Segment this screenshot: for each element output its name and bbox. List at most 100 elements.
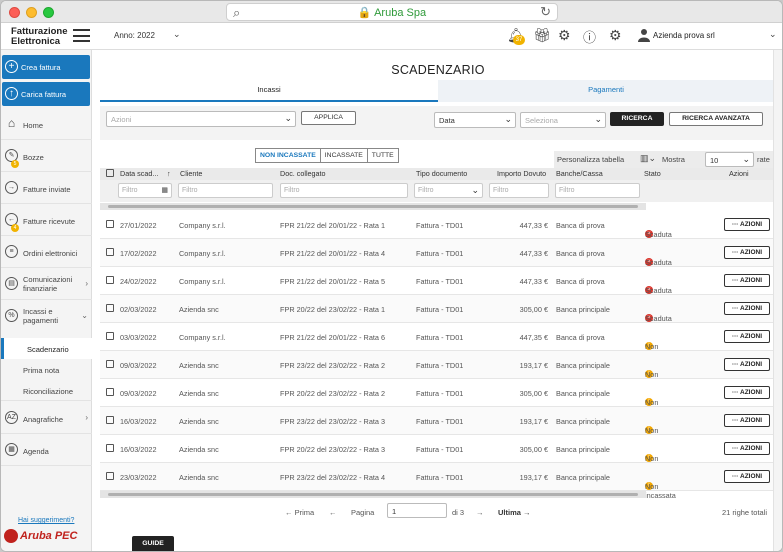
cell-doc[interactable]: FPR 21/22 del 20/01/22 - Rata 6: [280, 333, 385, 342]
sidebar-item-incassi[interactable]: % Incassi e pagamenti ⌄: [1, 300, 92, 332]
filter-type-select[interactable]: Filtro ⌄: [414, 183, 483, 198]
period-select[interactable]: Seleziona ⌄: [520, 112, 606, 128]
sidebar-subitem-prima-nota[interactable]: Prima nota: [1, 359, 92, 380]
table-row[interactable]: 16/03/2022 Azienda snc FPR 23/22 del 23/02…: [100, 407, 774, 444]
sidebar-item-home[interactable]: ⌂ Home: [1, 108, 92, 140]
reload-icon[interactable]: ↻: [540, 4, 551, 20]
apply-button[interactable]: APPLICA: [301, 111, 356, 125]
date-select[interactable]: Data ⌄: [434, 112, 516, 128]
filter-date-input[interactable]: Filtro ▦: [118, 183, 172, 198]
filter-bank-input[interactable]: Filtro: [555, 183, 640, 198]
col-doc-collegato[interactable]: Doc. collegato: [280, 169, 326, 178]
filter-incassate[interactable]: INCASSATE: [321, 149, 368, 162]
filter-amount-input[interactable]: Filtro: [489, 183, 549, 198]
table-row[interactable]: 03/03/2022 Company s.r.l. FPR 21/22 del 20…: [100, 323, 774, 360]
menu-toggle-icon[interactable]: [73, 29, 90, 42]
cell-doc[interactable]: FPR 20/22 del 23/02/22 - Rata 1: [280, 305, 385, 314]
search-button[interactable]: RICERCA: [610, 112, 664, 126]
maximize-window-button[interactable]: [43, 7, 54, 18]
table-row[interactable]: 09/03/2022 Azienda snc FPR 23/22 del 23/02…: [100, 351, 774, 388]
row-actions-button[interactable]: ··· AZIONI: [724, 218, 770, 231]
sidebar-item-comunicazioni[interactable]: ▤ Comunicazioni finanziarie ›: [1, 268, 92, 300]
row-checkbox[interactable]: [106, 360, 114, 368]
last-page-button[interactable]: Ultima →: [498, 508, 531, 517]
next-page-button[interactable]: →: [476, 508, 484, 517]
row-checkbox[interactable]: [106, 248, 114, 256]
row-actions-button[interactable]: ··· AZIONI: [724, 246, 770, 259]
year-selector[interactable]: Anno: 2022: [114, 31, 155, 40]
row-actions-button[interactable]: ··· AZIONI: [724, 302, 770, 315]
filter-doc-input[interactable]: Filtro: [280, 183, 408, 198]
sidebar-item-fatture-inviate[interactable]: → Fatture inviate: [1, 172, 92, 204]
columns-icon[interactable]: ▥⌄: [640, 153, 656, 164]
filter-client-input[interactable]: Filtro: [178, 183, 273, 198]
col-cliente[interactable]: Cliente: [180, 169, 202, 178]
select-all-checkbox[interactable]: [106, 169, 114, 177]
table-row[interactable]: 23/03/2022 Azienda snc FPR 23/22 del 23/02…: [100, 463, 774, 500]
table-row[interactable]: 24/02/2022 Company s.r.l. FPR 21/22 del 20…: [100, 267, 774, 295]
table-row[interactable]: 02/03/2022 Azienda snc FPR 20/22 del 23/02…: [100, 295, 774, 323]
tab-incassi[interactable]: Incassi: [100, 80, 438, 102]
row-checkbox[interactable]: [106, 444, 114, 452]
close-window-button[interactable]: [9, 7, 20, 18]
row-checkbox[interactable]: [106, 332, 114, 340]
filter-non-incassate[interactable]: NON INCASSATE: [256, 149, 321, 162]
horizontal-scrollbar[interactable]: [100, 203, 646, 210]
sidebar-subitem-scadenzario[interactable]: Scadenzario: [1, 338, 92, 359]
gear-icon[interactable]: ⚙: [609, 27, 622, 47]
chevron-down-icon[interactable]: ⌄: [173, 29, 181, 40]
col-importo[interactable]: Importo Dovuto: [497, 169, 546, 178]
row-actions-button[interactable]: ··· AZIONI: [724, 274, 770, 287]
prev-page-button[interactable]: ←: [329, 508, 337, 517]
gift-icon[interactable]: 🎁︎: [533, 27, 551, 47]
col-banche[interactable]: Banche/Cassa: [556, 169, 603, 178]
chevron-down-icon[interactable]: ⌄: [769, 29, 777, 40]
sidebar-subitem-riconciliazione[interactable]: Riconciliazione: [1, 380, 92, 401]
actions-select[interactable]: Azioni ⌄: [106, 111, 296, 127]
guide-button[interactable]: GUIDE: [132, 536, 174, 551]
suggestions-link[interactable]: Hai suggerimenti?: [18, 517, 74, 524]
row-actions-button[interactable]: ··· AZIONI: [724, 358, 770, 371]
sort-asc-icon[interactable]: ↑: [167, 169, 171, 178]
help-icon[interactable]: ⓘ: [583, 27, 596, 47]
vertical-scrollbar[interactable]: [773, 50, 782, 551]
row-checkbox[interactable]: [106, 388, 114, 396]
advanced-search-button[interactable]: RICERCA AVANZATA: [669, 112, 763, 126]
row-checkbox[interactable]: [106, 416, 114, 424]
create-invoice-button[interactable]: + Crea fattura: [2, 55, 90, 79]
customize-table-label[interactable]: Personalizza tabella: [557, 155, 624, 164]
row-actions-button[interactable]: ··· AZIONI: [724, 442, 770, 455]
col-stato[interactable]: Stato: [644, 169, 661, 178]
filter-tutte[interactable]: TUTTE: [368, 149, 398, 162]
user-name[interactable]: Azienda prova srl: [653, 31, 715, 40]
sidebar-item-fatture-ricevute[interactable]: ← 4 Fatture ricevute: [1, 204, 92, 236]
minimize-window-button[interactable]: [26, 7, 37, 18]
page-input[interactable]: 1: [387, 503, 447, 518]
table-row[interactable]: 16/03/2022 Azienda snc FPR 20/22 del 23/02…: [100, 435, 774, 472]
cell-doc[interactable]: FPR 23/22 del 23/02/22 - Rata 4: [280, 473, 385, 482]
cell-doc[interactable]: FPR 23/22 del 23/02/22 - Rata 3: [280, 417, 385, 426]
table-row[interactable]: 17/02/2022 Company s.r.l. FPR 21/22 del 20…: [100, 239, 774, 267]
row-actions-button[interactable]: ··· AZIONI: [724, 470, 770, 483]
row-actions-button[interactable]: ··· AZIONI: [724, 414, 770, 427]
cell-doc[interactable]: FPR 21/22 del 20/01/22 - Rata 1: [280, 221, 385, 230]
page-size-select[interactable]: 10 ⌄: [705, 152, 754, 167]
upload-invoice-button[interactable]: ↑ Carica fattura: [2, 82, 90, 106]
cell-doc[interactable]: FPR 23/22 del 23/02/22 - Rata 2: [280, 361, 385, 370]
col-tipo-documento[interactable]: Tipo documento: [416, 169, 467, 178]
tab-pagamenti[interactable]: Pagamenti: [438, 80, 774, 102]
sidebar-item-agenda[interactable]: ▦ Agenda: [1, 434, 92, 466]
row-checkbox[interactable]: [106, 276, 114, 284]
row-checkbox[interactable]: [106, 304, 114, 312]
cell-doc[interactable]: FPR 21/22 del 20/01/22 - Rata 5: [280, 277, 385, 286]
row-checkbox[interactable]: [106, 472, 114, 480]
row-actions-button[interactable]: ··· AZIONI: [724, 330, 770, 343]
sidebar-item-ordini[interactable]: ≡ Ordini elettronici: [1, 236, 92, 268]
cell-doc[interactable]: FPR 21/22 del 20/01/22 - Rata 4: [280, 249, 385, 258]
col-data-scadenza[interactable]: Data scad...: [120, 169, 158, 178]
users-settings-icon[interactable]: ⚙: [558, 27, 571, 47]
table-row[interactable]: 27/01/2022 Company s.r.l. FPR 21/22 del 20…: [100, 211, 774, 239]
table-row[interactable]: 09/03/2022 Azienda snc FPR 20/22 del 23/02…: [100, 379, 774, 416]
sidebar-item-anagrafiche[interactable]: AZ Anagrafiche ›: [1, 402, 92, 434]
cell-doc[interactable]: FPR 20/22 del 23/02/22 - Rata 2: [280, 389, 385, 398]
